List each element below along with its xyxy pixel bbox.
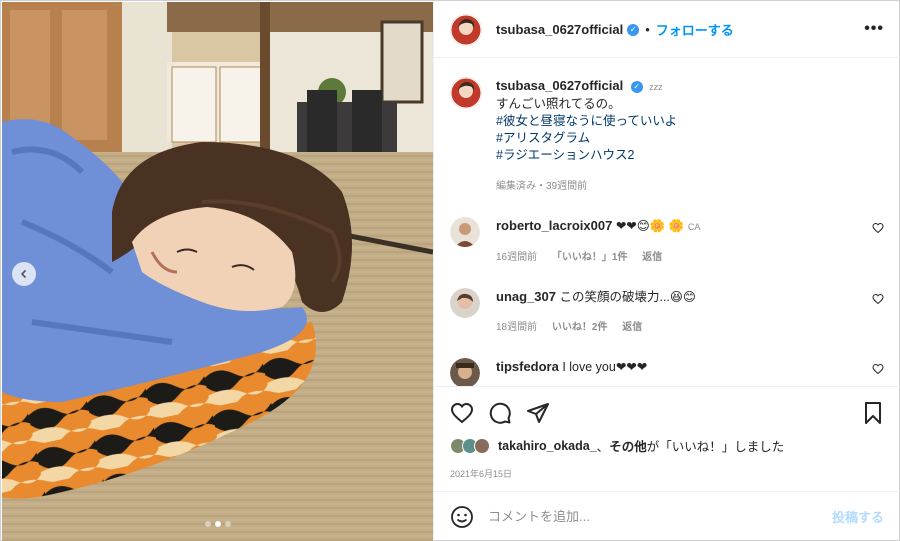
sleep-mark: zzz <box>649 82 663 92</box>
caption-username[interactable]: tsubasa_0627official <box>496 78 623 93</box>
comment-text: I love you❤❤❤ <box>562 360 648 374</box>
share-button[interactable] <box>526 401 550 425</box>
comments-list[interactable]: tsubasa_0627official ✓ zzz すんごい照れてるの。 #彼… <box>434 59 900 386</box>
comment-text: ❤❤😊🌼 🌼 <box>615 219 685 233</box>
author-avatar[interactable] <box>450 13 482 46</box>
reply-button[interactable]: 返信 <box>642 252 662 263</box>
post-date[interactable]: 2021年6月15日 <box>450 467 512 480</box>
hashtag-link[interactable]: #彼女と昼寝なうに使っていいよ <box>496 113 677 130</box>
comment-input[interactable] <box>488 509 832 524</box>
action-bar <box>434 386 900 438</box>
header-separator: • <box>645 22 650 37</box>
caption-avatar[interactable] <box>450 77 482 109</box>
comment-suffix: CA <box>687 222 701 232</box>
verified-badge-icon: ✓ <box>627 23 640 36</box>
hashtag-link[interactable]: #ラジエーションハウス2 <box>496 147 677 164</box>
comment-time: 18週間前 <box>496 322 538 333</box>
photo-illustration <box>2 2 433 541</box>
comment-item: unag_307 この笑顔の破壊力...😆😊 18週間前 いいね！2件 返信 <box>450 288 884 336</box>
post-comment-button[interactable]: 投稿する <box>832 507 884 526</box>
liker-username[interactable]: takahiro_okada_ <box>498 439 597 453</box>
commenter-username[interactable]: roberto_lacroix007 <box>496 218 612 233</box>
carousel-prev-button[interactable] <box>12 262 36 286</box>
carousel-indicator <box>2 521 433 527</box>
post-photo <box>2 2 433 541</box>
post-sidebar: tsubasa_0627official ✓ • フォローする ••• tsub… <box>433 2 900 541</box>
post-modal: tsubasa_0627official ✓ • フォローする ••• tsub… <box>0 0 900 541</box>
hashtag-link[interactable]: #アリスタグラム <box>496 130 677 147</box>
commenter-username[interactable]: tipsfedora <box>496 359 559 374</box>
liker-avatar <box>474 437 490 454</box>
bookmark-icon <box>865 401 881 424</box>
likes-summary: takahiro_okada_ 、 その他 が「いいね！」しました <box>450 436 884 455</box>
caption: tsubasa_0627official ✓ zzz すんごい照れてるの。 #彼… <box>450 59 884 195</box>
comment-likes-link[interactable]: 「いいね！」1件 <box>552 252 628 263</box>
heart-icon[interactable] <box>872 222 884 234</box>
commenter-avatar[interactable] <box>450 288 480 318</box>
carousel-dot <box>224 521 231 527</box>
comment-item: roberto_lacroix007 ❤❤😊🌼 🌼 CA 16週間前 「いいね！… <box>450 217 884 266</box>
save-button[interactable] <box>862 401 884 425</box>
more-icon[interactable]: ••• <box>864 20 884 38</box>
share-icon <box>527 402 549 423</box>
commenter-avatar[interactable] <box>450 358 480 386</box>
comment-item: tipsfedora I love you❤❤❤ <box>450 358 884 386</box>
likes-suffix: が「いいね！」しました <box>646 440 785 454</box>
heart-icon <box>450 402 474 423</box>
add-comment-bar: 投稿する <box>434 491 900 541</box>
likes-others-link[interactable]: その他 <box>609 436 647 455</box>
commenter-avatar[interactable] <box>450 217 480 247</box>
post-header: tsubasa_0627official ✓ • フォローする ••• <box>434 2 900 58</box>
follow-button[interactable]: フォローする <box>656 20 734 39</box>
heart-icon[interactable] <box>872 363 884 375</box>
comment-button[interactable] <box>488 401 512 425</box>
like-button[interactable] <box>450 401 474 425</box>
comment-time: 16週間前 <box>496 252 538 263</box>
carousel-dot <box>204 521 211 527</box>
caption-text: すんごい照れてるの。 <box>496 97 621 111</box>
verified-badge-icon: ✓ <box>630 80 643 93</box>
likes-separator: 、 <box>596 440 610 454</box>
commenter-username[interactable]: unag_307 <box>496 289 556 304</box>
liker-avatars[interactable] <box>450 437 490 454</box>
caption-meta: 編集済み・39週間前 <box>496 181 588 192</box>
heart-icon[interactable] <box>872 293 884 305</box>
emoji-button[interactable] <box>450 505 474 529</box>
comment-text: この笑顔の破壊力...😆😊 <box>559 290 696 304</box>
carousel-dot-active <box>214 521 221 527</box>
emoji-icon <box>451 505 473 528</box>
author-username[interactable]: tsubasa_0627official <box>496 22 623 37</box>
comment-icon <box>489 402 511 424</box>
reply-button[interactable]: 返信 <box>622 322 642 333</box>
comment-likes-link[interactable]: いいね！2件 <box>552 322 608 333</box>
chevron-left-icon <box>20 269 27 279</box>
